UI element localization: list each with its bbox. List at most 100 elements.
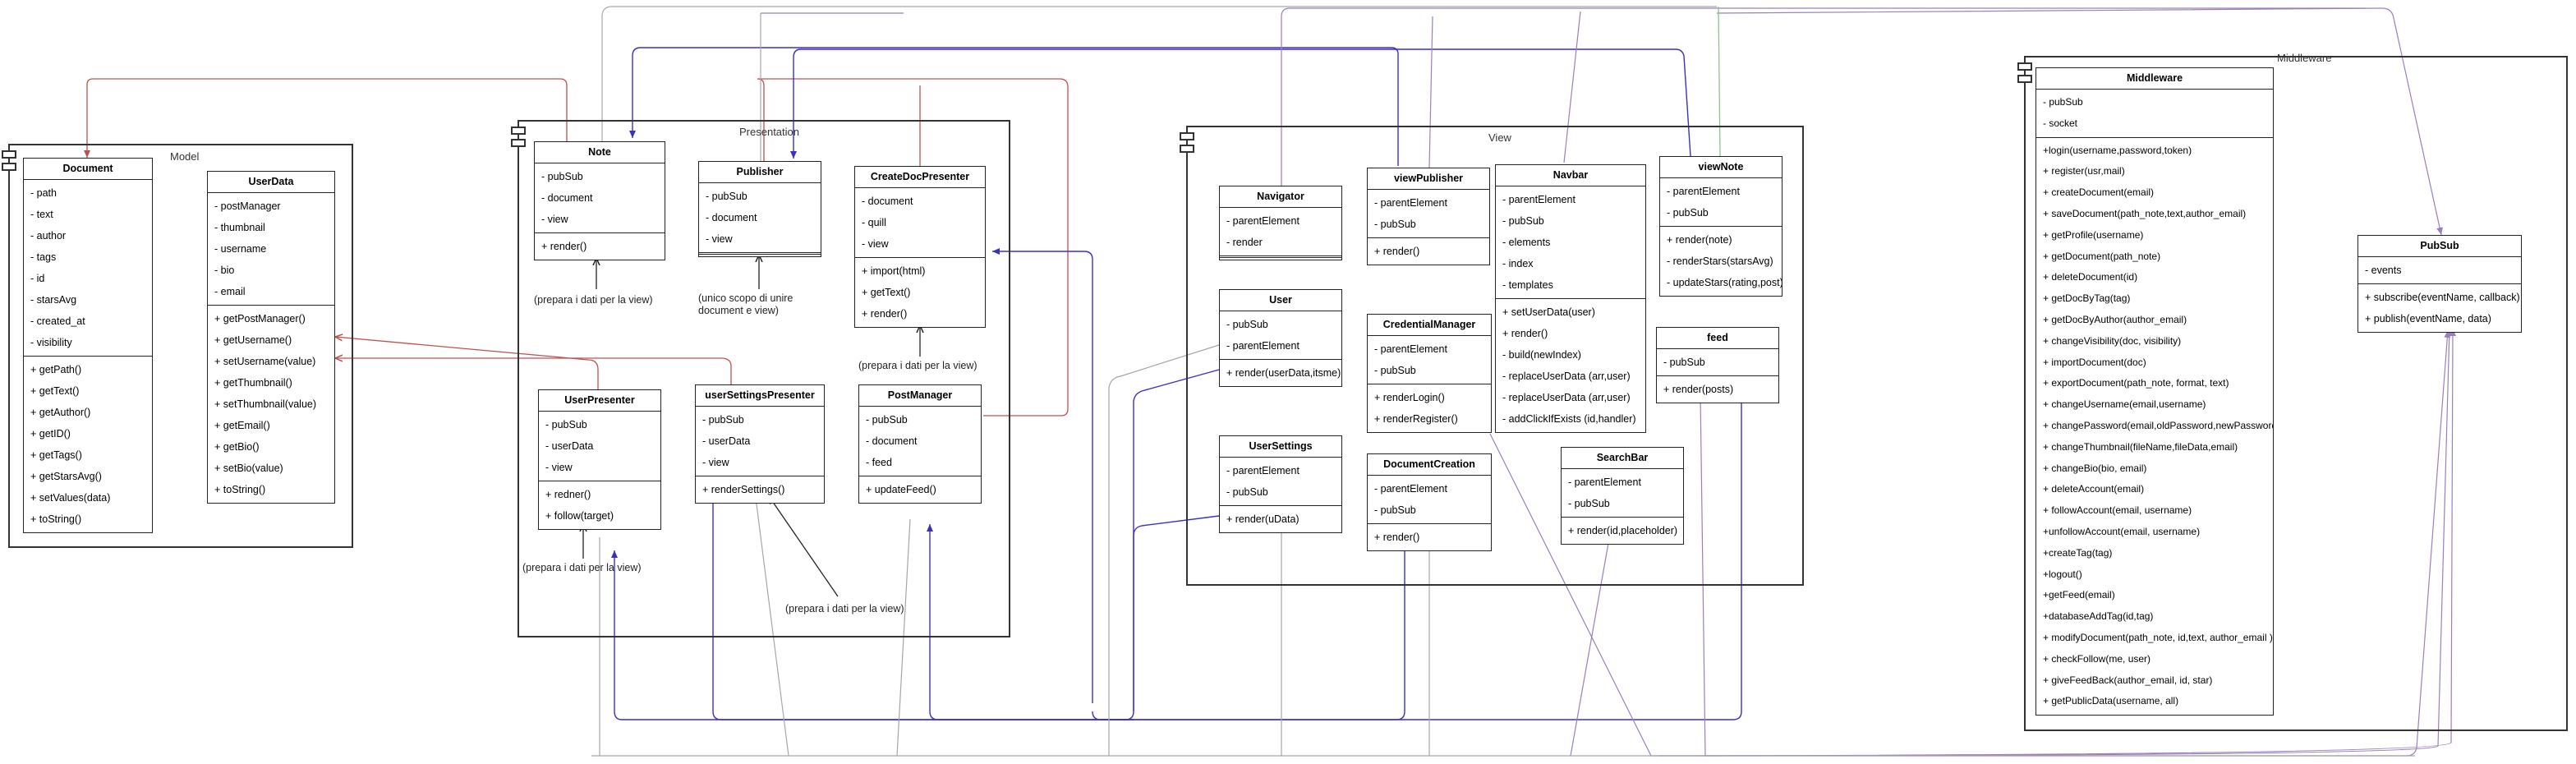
method-row: + render(id,placeholder) [1568,525,1678,536]
empty-methods-section [1220,258,1341,260]
attribute-row: - document [706,212,757,223]
methods-section: + render(posts) [1657,376,1778,403]
attributes-section: - pubSub - userData - view [696,407,824,476]
postmanager-class: PostManager - pubSub - document - feed + upd… [858,384,982,504]
method-row: + followAccount(email, username) [2043,504,2192,517]
method-row: + render(userData,itsme) [1226,367,1341,379]
method-row: + giveFeedBack(author_email, id, star) [2043,674,2213,686]
method-row: + renderLogin() [1374,392,1445,403]
feed-class: feed - pubSub + render(posts) [1656,327,1779,403]
class-name: Document [24,159,152,180]
method-row: + getTags() [30,449,82,461]
method-row: - build(newIndex) [1502,349,1581,361]
attributes-section: - parentElement - pubSub [1368,190,1489,238]
presentation-package-title: Presentation [739,126,799,138]
attribute-row: - bio [214,265,235,276]
attribute-row: - view [702,457,729,468]
method-row: + render() [862,308,908,320]
method-row: +createTag(tag) [2043,546,2113,559]
attribute-row: - socket [2043,117,2078,129]
methods-section: + renderLogin() + renderRegister() [1368,384,1491,432]
note-class: Note - pubSub - document - view + render() [534,141,665,260]
method-row: + changeUsername(email,username) [2043,398,2206,411]
methods-section: + getPostManager() + getUsername() + setUs… [208,306,334,503]
method-row: + render() [541,241,587,252]
attribute-row: - pubSub [1667,207,1709,219]
method-row: + getPublicData(username, all) [2043,695,2179,707]
attribute-row: - view [545,462,573,473]
viewpublisher-class: viewPublisher - parentElement - pubSub + re… [1367,168,1490,265]
method-row: + getPath() [30,364,82,375]
methods-section: + render(uData) [1220,506,1341,532]
attributes-section: - pubSub [1657,349,1778,376]
attribute-row: - render [1226,237,1263,248]
attribute-row: - quill [862,217,886,228]
attribute-row: - pubSub [2043,96,2083,108]
usersettings-class: UserSettings - parentElement - pubSub + ren… [1219,435,1342,533]
navigator-class: Navigator - parentElement - render [1219,186,1342,260]
document-class: Document - path - text - author - tags - id - … [23,158,153,533]
class-name: Publisher [699,162,821,183]
note-annotation: (prepara i dati per la view) [534,294,653,306]
attribute-row: - view [862,238,889,250]
middleware-class: Middleware - pubSub - socket +login(usernam… [2036,67,2274,716]
attributes-section: - parentElement - pubSub [1368,476,1491,524]
method-row: + render() [1374,246,1420,257]
attribute-row: - index [1502,258,1534,269]
attribute-row: - pubSub [702,414,744,426]
method-row: + getText() [30,385,80,397]
attribute-row: - parentElement [1374,483,1447,495]
method-row: - addClickIfExists (id,handler) [1502,413,1636,425]
attributes-section: - parentElement - pubSub [1368,336,1491,384]
method-row: + getText() [862,287,911,298]
attribute-row: - username [214,243,267,255]
method-row: + getUsername() [214,334,292,346]
method-row: + updateFeed() [866,484,936,495]
method-row: + renderRegister() [1374,413,1458,425]
attributes-section: - pubSub - document - view [535,163,665,233]
method-row: + deleteDocument(id) [2043,271,2138,283]
attributes-section: - postManager - thumbnail - username - bio -… [208,193,334,306]
attributes-section: - pubSub - document - view [699,183,821,255]
method-row: + exportDocument(path_note, format, text… [2043,377,2229,389]
method-row: + getDocument(path_note) [2043,250,2161,262]
attribute-row: - pubSub [866,414,908,426]
presentation-package-tab [511,139,526,147]
method-row: + render(note) [1667,234,1732,246]
attribute-row: - pubSub [1374,219,1416,230]
attribute-row: - pubSub [1226,486,1268,498]
method-row: + follow(target) [545,510,614,522]
class-name: UserPresenter [539,390,660,412]
empty-methods-section [699,255,821,256]
method-row: + getDocByTag(tag) [2043,292,2131,305]
view-package-tab [1180,132,1194,140]
attributes-section: - pubSub - document - feed [859,407,981,476]
method-row: - replaceUserData (arr,user) [1502,392,1631,403]
attribute-row: - document [541,192,593,204]
method-row: + checkFollow(me, user) [2043,652,2151,665]
method-row: +getFeed(email) [2043,589,2115,601]
attribute-row: - parentElement [1226,465,1300,476]
attribute-row: - view [706,233,733,245]
userdata-class: UserData - postManager - thumbnail - userna… [207,171,335,504]
searchbar-class: SearchBar - parentElement - pubSub + render… [1561,447,1684,545]
class-name: userSettingsPresenter [696,385,824,407]
attribute-row: - templates [1502,279,1553,291]
createdocpresenter-class: CreateDocPresenter - document - quill - vie… [854,166,986,328]
attribute-row: - pubSub [1502,215,1544,227]
attribute-row: - starsAvg [30,294,77,306]
model-package-tab [2,163,16,171]
attribute-row: - parentElement [1226,340,1300,352]
attribute-row: - parentElement [1374,343,1447,355]
method-row: + getPostManager() [214,313,306,324]
class-name: CredentialManager [1368,315,1491,336]
attribute-row: - feed [866,457,892,468]
attribute-row: - document [866,435,918,447]
method-row: - updateStars(rating,post) [1667,277,1782,288]
method-row: + renderSettings() [702,484,785,495]
method-row: + getDocByAuthor(author_email) [2043,313,2187,325]
method-row: + setUserData(user) [1502,306,1595,318]
userpresenter-class: UserPresenter - pubSub - userData - view + r… [538,389,661,530]
attribute-row: - visibility [30,337,72,348]
method-row: + getThumbnail() [214,377,292,389]
